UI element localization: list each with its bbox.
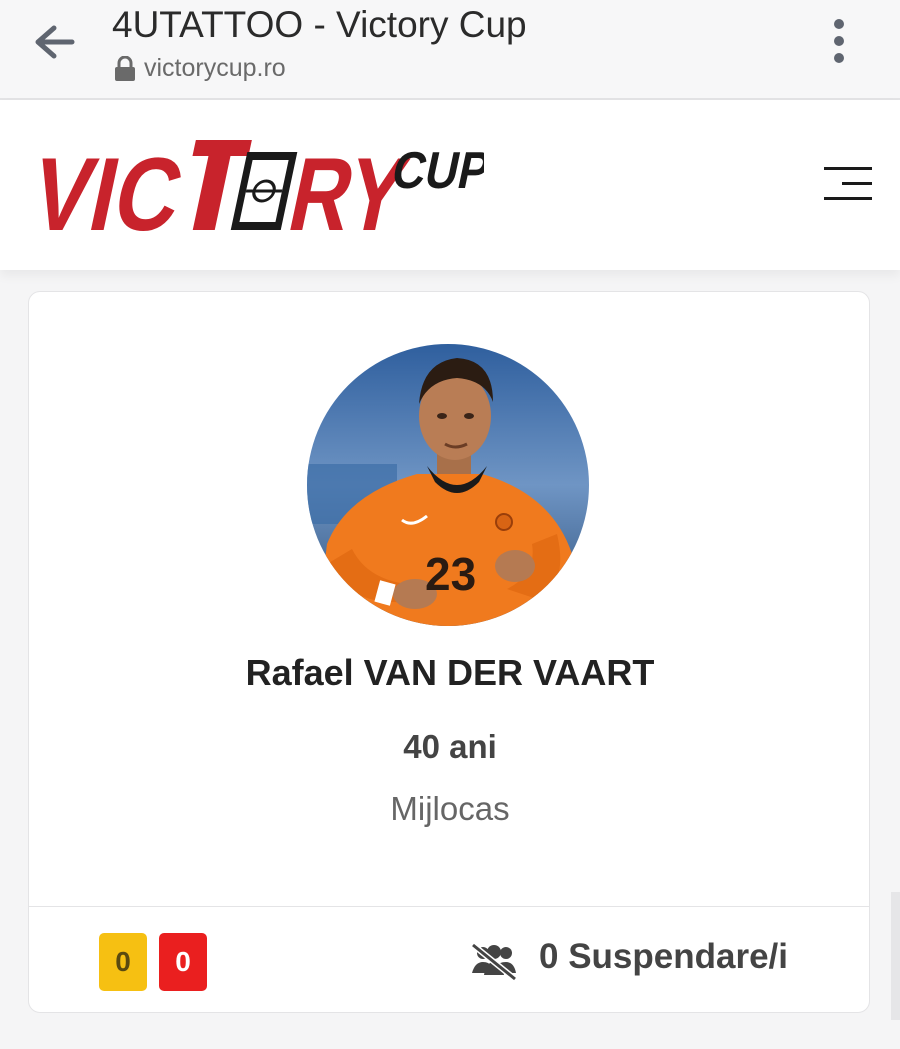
shirt-number: 23 (425, 548, 476, 600)
suspension-count: 0 Suspendare/i (539, 937, 788, 976)
browser-page-title: 4UTATTOO - Victory Cup (112, 4, 527, 45)
url-text: victorycup.ro (144, 54, 286, 82)
yellow-card-count-badge: 0 (99, 933, 147, 991)
arrow-left-icon[interactable] (32, 22, 76, 62)
player-avatar: 23 (307, 344, 589, 626)
users-slash-icon (471, 943, 517, 981)
card-stats-footer: 0 0 0 Suspendare/i (29, 906, 869, 1013)
player-age: 40 ani (403, 728, 497, 765)
lock-icon (115, 55, 135, 81)
svg-text:VIC: VIC (24, 137, 193, 240)
player-card: 23 Rafael VAN DER VAART 40 ani Mijlocas … (28, 291, 870, 1013)
victory-cup-logo[interactable]: VIC RY CUP (24, 130, 484, 240)
hamburger-menu-icon[interactable] (822, 164, 874, 204)
player-name: Rafael VAN DER VAART (245, 652, 655, 693)
site-header: VIC RY CUP (0, 100, 900, 270)
kebab-menu-icon[interactable] (826, 18, 852, 64)
scrollbar-thumb[interactable] (891, 892, 900, 1020)
player-position: Mijlocas (390, 790, 510, 827)
url-display[interactable]: victorycup.ro (114, 54, 286, 83)
red-card-count-badge: 0 (159, 933, 207, 991)
svg-text:CUP: CUP (387, 142, 484, 200)
browser-address-bar: 4UTATTOO - Victory Cup victorycup.ro (0, 0, 900, 100)
